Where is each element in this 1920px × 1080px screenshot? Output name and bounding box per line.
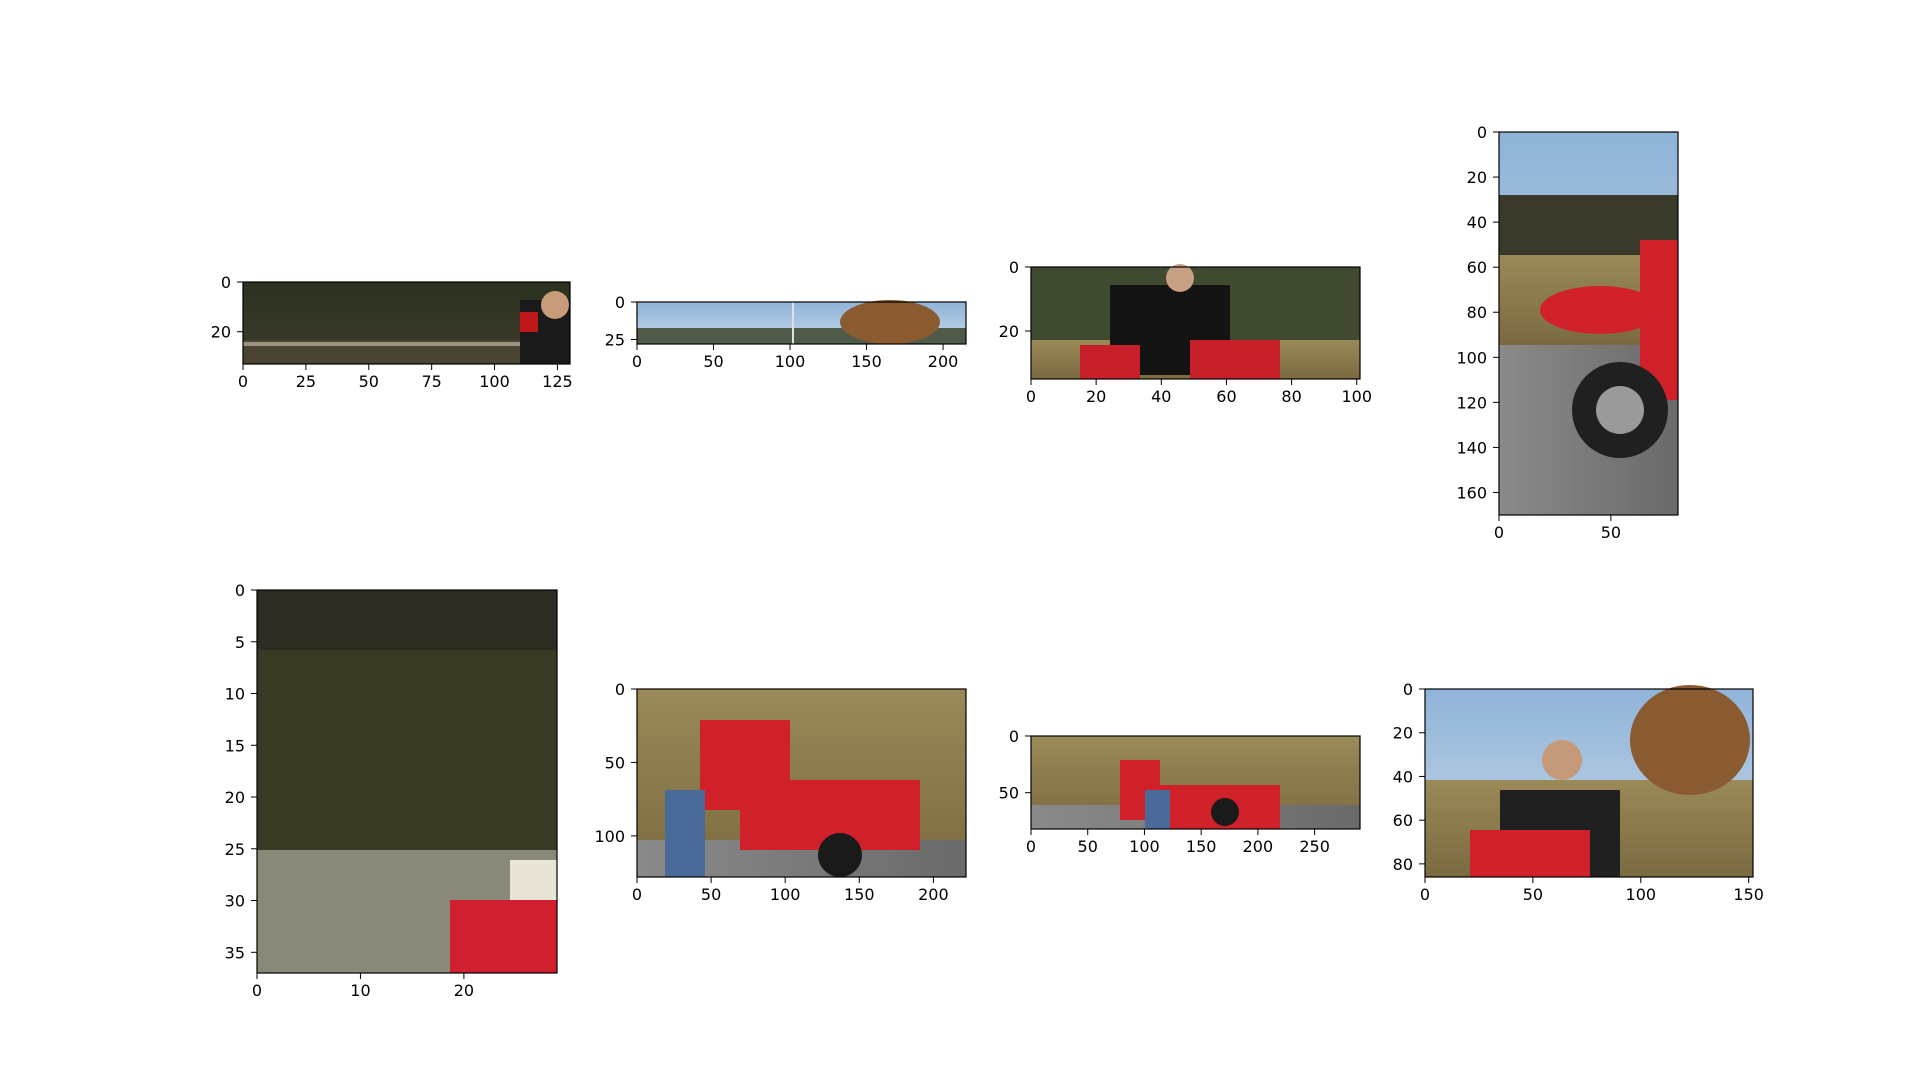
y-tick-label: 20 <box>1393 724 1413 743</box>
x-tick-label: 100 <box>1341 387 1372 406</box>
x-tick-label: 150 <box>844 885 875 904</box>
y-tick-label: 120 <box>1456 393 1487 412</box>
x-tick-label: 200 <box>1243 837 1274 856</box>
x-tick-label: 0 <box>632 352 642 371</box>
crop-panel-5: 0 10 20 0 5 10 15 20 25 30 35 <box>225 581 558 1000</box>
y-tick-label: 25 <box>605 331 625 350</box>
x-tick-label: 80 <box>1281 387 1301 406</box>
x-tick-label: 100 <box>770 885 801 904</box>
x-tick-label: 10 <box>350 981 370 1000</box>
y-tick-label: 15 <box>225 736 245 755</box>
x-tick-label: 40 <box>1151 387 1171 406</box>
y-tick-label: 140 <box>1456 438 1487 457</box>
y-tick-label: 0 <box>1477 123 1487 142</box>
x-tick-label: 0 <box>1420 885 1430 904</box>
y-tick-label: 20 <box>211 323 231 342</box>
x-tick-label: 0 <box>632 885 642 904</box>
x-tick-label: 50 <box>1523 885 1543 904</box>
x-tick-label: 150 <box>1733 885 1764 904</box>
x-tick-label: 100 <box>1626 885 1657 904</box>
y-tick-label: 35 <box>225 943 245 962</box>
y-tick-label: 0 <box>235 581 245 600</box>
y-tick-label: 0 <box>221 273 231 292</box>
crop-panel-8: 0 50 100 150 0 20 40 60 80 <box>1393 680 1764 904</box>
y-tick-label: 40 <box>1393 767 1413 786</box>
y-tick-label: 20 <box>1467 168 1487 187</box>
x-tick-label: 0 <box>238 372 248 391</box>
y-tick-label: 50 <box>605 753 625 772</box>
y-tick-label: 60 <box>1393 811 1413 830</box>
y-tick-label: 20 <box>225 788 245 807</box>
y-tick-label: 80 <box>1467 303 1487 322</box>
y-tick-label: 60 <box>1467 258 1487 277</box>
crop-panel-2: 0 50 100 150 200 0 25 <box>605 293 967 371</box>
y-tick-label: 20 <box>999 322 1019 341</box>
crop-image-3 <box>1031 264 1360 379</box>
x-tick-label: 50 <box>701 885 721 904</box>
x-tick-label: 25 <box>296 372 316 391</box>
y-tick-label: 10 <box>225 685 245 704</box>
crop-panel-6: 0 50 100 150 200 0 50 100 <box>594 680 967 904</box>
x-tick-label: 20 <box>454 981 474 1000</box>
y-tick-label: 0 <box>1403 680 1413 699</box>
y-tick-label: 5 <box>235 633 245 652</box>
x-tick-label: 150 <box>1186 837 1217 856</box>
crop-panel-3: 0 20 40 60 80 100 0 20 <box>999 258 1372 406</box>
y-tick-label: 40 <box>1467 213 1487 232</box>
x-tick-label: 200 <box>918 885 949 904</box>
y-tick-label: 100 <box>1456 348 1487 367</box>
y-tick-label: 0 <box>615 680 625 699</box>
x-tick-label: 50 <box>1078 837 1098 856</box>
y-tick-label: 160 <box>1456 483 1487 502</box>
crop-image-2 <box>637 300 966 344</box>
x-tick-label: 50 <box>359 372 379 391</box>
x-tick-label: 0 <box>1026 837 1036 856</box>
y-tick-label: 30 <box>225 892 245 911</box>
x-tick-label: 100 <box>1129 837 1160 856</box>
x-tick-label: 125 <box>542 372 573 391</box>
crop-image-7 <box>1031 736 1360 829</box>
y-tick-label: 25 <box>225 840 245 859</box>
y-tick-label: 50 <box>999 784 1019 803</box>
y-tick-label: 0 <box>1009 727 1019 746</box>
x-tick-label: 60 <box>1216 387 1236 406</box>
crop-image-5 <box>257 590 557 973</box>
crop-panel-1: 0 25 50 75 100 125 0 20 <box>211 273 573 391</box>
x-tick-label: 100 <box>775 352 806 371</box>
crop-panel-4: 0 50 0 20 40 60 80 100 120 140 160 <box>1456 123 1679 542</box>
crop-image-6 <box>637 689 966 877</box>
x-tick-label: 200 <box>928 352 959 371</box>
x-tick-label: 0 <box>252 981 262 1000</box>
x-tick-label: 250 <box>1299 837 1330 856</box>
x-tick-label: 75 <box>421 372 441 391</box>
crop-panel-7: 0 50 100 150 200 250 0 50 <box>999 727 1361 856</box>
y-tick-label: 80 <box>1393 855 1413 874</box>
y-tick-label: 0 <box>615 293 625 312</box>
x-tick-label: 50 <box>703 352 723 371</box>
crop-image-1 <box>243 282 570 364</box>
x-tick-label: 0 <box>1494 523 1504 542</box>
crop-image-4 <box>1499 132 1678 515</box>
image-crops-figure: 0 25 50 75 100 125020 0 50 100 150 200025 0 20 40 60… <box>211 123 1764 1000</box>
y-tick-label: 0 <box>1009 258 1019 277</box>
x-tick-label: 100 <box>479 372 510 391</box>
x-tick-label: 0 <box>1026 387 1036 406</box>
x-tick-label: 20 <box>1086 387 1106 406</box>
x-tick-label: 50 <box>1601 523 1621 542</box>
y-tick-label: 100 <box>594 827 625 846</box>
crop-image-8 <box>1425 685 1753 877</box>
x-tick-label: 150 <box>851 352 882 371</box>
